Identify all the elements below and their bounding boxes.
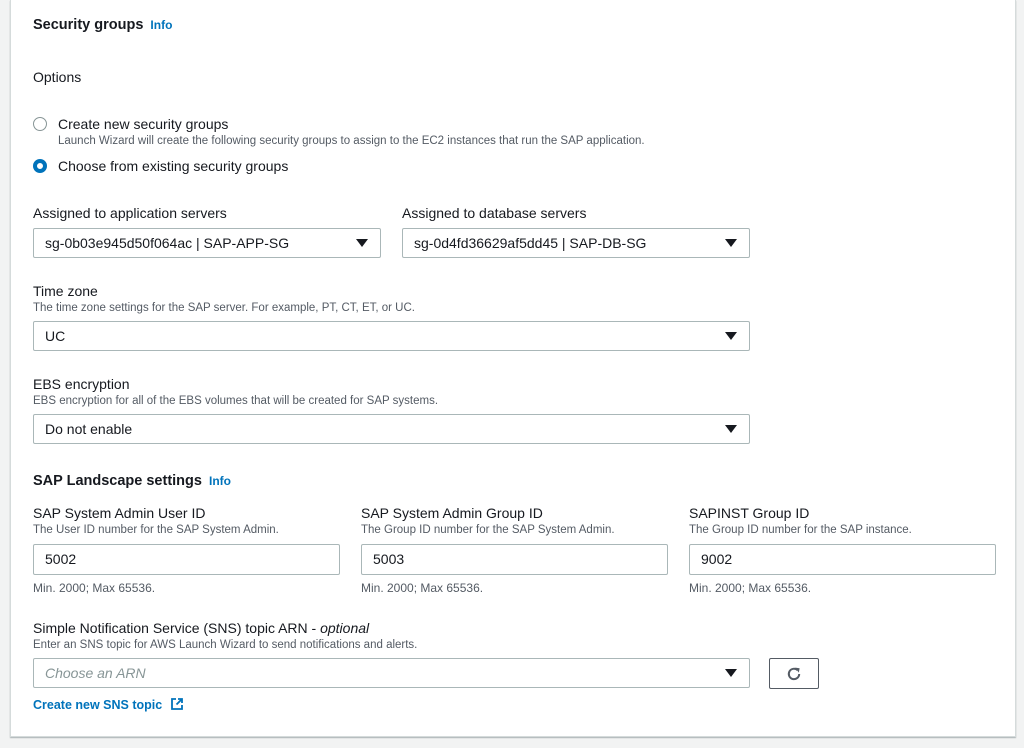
- admin-user-id-input[interactable]: 5002: [33, 544, 340, 575]
- external-link-icon: [170, 698, 183, 710]
- ebs-encryption-label: EBS encryption: [33, 376, 130, 392]
- ebs-encryption-select-value: Do not enable: [45, 421, 133, 437]
- sns-optional-tag: optional: [320, 620, 370, 636]
- admin-user-id-label: SAP System Admin User ID: [33, 505, 206, 521]
- sapinst-group-id-label: SAPINST Group ID: [689, 505, 810, 521]
- radio-choose-existing-security-groups[interactable]: [33, 159, 47, 173]
- sapinst-group-id-description: The Group ID number for the SAP instance…: [689, 524, 912, 536]
- app-servers-select-value: sg-0b03e945d50f064ac | SAP-APP-SG: [45, 235, 290, 251]
- caret-down-icon: [725, 332, 737, 340]
- time-zone-label: Time zone: [33, 283, 98, 299]
- section-title-security-groups: Security groups Info: [33, 17, 172, 33]
- sapinst-group-id-constraint: Min. 2000; Max 65536.: [689, 581, 812, 595]
- admin-group-id-description: The Group ID number for the SAP System A…: [361, 524, 615, 536]
- sns-arn-placeholder: Choose an ARN: [45, 665, 146, 681]
- ebs-encryption-description: EBS encryption for all of the EBS volume…: [33, 395, 439, 407]
- app-servers-label: Assigned to application servers: [33, 205, 227, 221]
- info-link-sap-landscape[interactable]: Info: [209, 474, 231, 488]
- sapinst-group-id-input[interactable]: 9002: [689, 544, 996, 575]
- sns-arn-select[interactable]: Choose an ARN: [33, 658, 750, 688]
- db-servers-label: Assigned to database servers: [402, 205, 587, 221]
- admin-group-id-input[interactable]: 5003: [361, 544, 668, 575]
- admin-user-id-constraint: Min. 2000; Max 65536.: [33, 581, 156, 595]
- admin-group-id-constraint: Min. 2000; Max 65536.: [361, 581, 484, 595]
- time-zone-description: The time zone settings for the SAP serve…: [33, 302, 415, 314]
- sns-label-text: Simple Notification Service (SNS) topic …: [33, 620, 321, 636]
- ebs-encryption-select[interactable]: Do not enable: [33, 414, 750, 444]
- section-title-text: SAP Landscape settings: [33, 473, 202, 489]
- admin-user-id-description: The User ID number for the SAP System Ad…: [33, 524, 279, 536]
- db-servers-select-value: sg-0d4fd36629af5dd45 | SAP-DB-SG: [414, 235, 647, 251]
- caret-down-icon: [725, 239, 737, 247]
- admin-group-id-label: SAP System Admin Group ID: [361, 505, 543, 521]
- refresh-button[interactable]: [769, 658, 819, 689]
- section-title-text: Security groups: [33, 17, 144, 33]
- create-sns-topic-link[interactable]: Create new SNS topic: [33, 696, 184, 714]
- radio-label-choose-existing[interactable]: Choose from existing security groups: [58, 158, 288, 174]
- app-servers-select[interactable]: sg-0b03e945d50f064ac | SAP-APP-SG: [33, 228, 381, 258]
- info-link-security-groups[interactable]: Info: [150, 18, 172, 32]
- radio-description-create-new: Launch Wizard will create the following …: [58, 135, 645, 147]
- caret-down-icon: [356, 239, 368, 247]
- sns-description: Enter an SNS topic for AWS Launch Wizard…: [33, 639, 418, 651]
- create-sns-topic-link-text[interactable]: Create new SNS topic: [33, 698, 162, 712]
- time-zone-select-value: UC: [45, 328, 66, 344]
- security-groups-panel: Security groups Info Options Create new …: [10, 0, 1016, 737]
- radio-create-new-security-groups[interactable]: [33, 117, 47, 131]
- refresh-icon: [787, 667, 801, 681]
- caret-down-icon: [725, 425, 737, 433]
- sns-label: Simple Notification Service (SNS) topic …: [33, 620, 369, 636]
- time-zone-select[interactable]: UC: [33, 321, 750, 351]
- options-label: Options: [33, 69, 82, 85]
- db-servers-select[interactable]: sg-0d4fd36629af5dd45 | SAP-DB-SG: [402, 228, 750, 258]
- section-title-sap-landscape: SAP Landscape settings Info: [33, 473, 231, 489]
- radio-label-create-new[interactable]: Create new security groups: [58, 116, 228, 132]
- caret-down-icon: [725, 669, 737, 677]
